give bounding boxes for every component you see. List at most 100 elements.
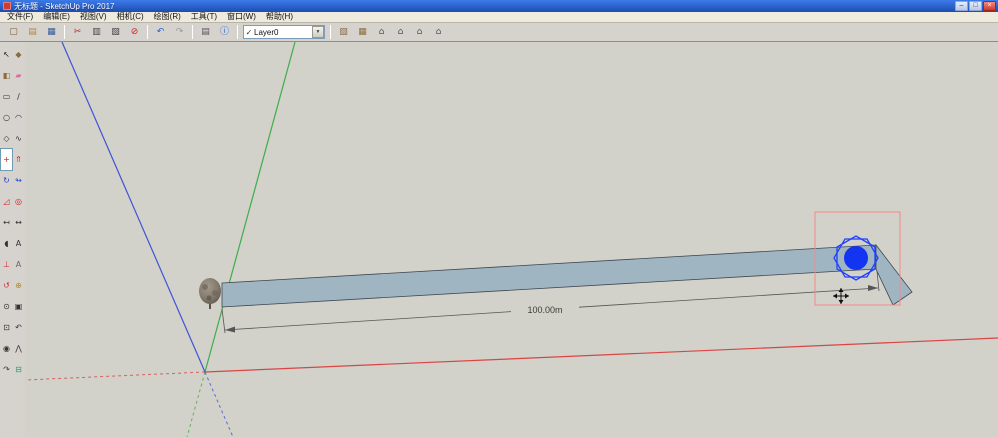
tool-zoom-extents[interactable]: ⊡ — [1, 317, 12, 338]
polygon-icon: ◇ — [3, 134, 9, 143]
protractor-icon: ◖ — [4, 239, 8, 248]
tool-walk[interactable]: ⋀ — [13, 338, 24, 359]
view-front-button[interactable]: ⌂ — [373, 24, 390, 40]
tool-polygon[interactable]: ◇ — [1, 128, 12, 149]
circle-icon: ○ — [3, 113, 10, 122]
tool-push-pull[interactable]: ⇑ — [13, 149, 24, 170]
tool-paint-bucket[interactable]: ◧ — [1, 65, 12, 86]
dimension-icon: ↔ — [15, 218, 22, 227]
toolbar-separator — [147, 25, 148, 39]
green-axis — [205, 42, 295, 372]
tool-section-plane[interactable]: ⊟ — [13, 359, 24, 380]
view-left-button[interactable]: ⌂ — [430, 24, 447, 40]
text-icon: A — [16, 239, 21, 248]
menu-item-编辑[interactable]: 编辑(E) — [38, 12, 75, 22]
follow-me-icon: ↬ — [15, 176, 22, 185]
tool-offset[interactable]: ◎ — [13, 191, 24, 212]
menu-item-帮助[interactable]: 帮助(H) — [261, 12, 298, 22]
maximize-button[interactable]: □ — [969, 1, 982, 11]
rotate-icon: ↻ — [3, 176, 10, 185]
freehand-icon: ∿ — [15, 134, 22, 143]
tool-follow-me[interactable]: ↬ — [13, 170, 24, 191]
menu-item-工具[interactable]: 工具(T) — [186, 12, 222, 22]
save-button[interactable]: ▦ — [43, 24, 60, 40]
road-bend-face[interactable] — [876, 245, 912, 305]
layer-dropdown[interactable]: ✓Layer0▼ — [243, 25, 325, 39]
offset-icon: ◎ — [15, 197, 22, 206]
axes-icon: ⊥ — [3, 260, 10, 269]
view-iso-button[interactable]: ▧ — [335, 24, 352, 40]
blue-axis — [62, 42, 205, 372]
sketchup-logo-icon — [3, 2, 11, 10]
cut-button[interactable]: ✂ — [69, 24, 86, 40]
3d-text-icon: A — [16, 260, 21, 269]
toolbar-separator — [330, 25, 331, 39]
paste-button[interactable]: ▧ — [107, 24, 124, 40]
make-component-icon: ◆ — [15, 50, 21, 59]
toolbar-separator — [192, 25, 193, 39]
menu-item-绘图[interactable]: 绘图(R) — [149, 12, 186, 22]
undo-button[interactable]: ↶ — [152, 24, 169, 40]
tool-eraser[interactable]: ▰ — [13, 65, 24, 86]
tool-move[interactable]: + — [1, 149, 12, 170]
copy-button[interactable]: ▥ — [88, 24, 105, 40]
tool-text[interactable]: A — [13, 233, 24, 254]
menu-item-相机[interactable]: 相机(C) — [112, 12, 149, 22]
blue-axis-negative — [205, 372, 233, 437]
redo-button[interactable]: ↷ — [171, 24, 188, 40]
drawing-canvas[interactable]: 100.00m — [25, 42, 998, 437]
menu-item-文件[interactable]: 文件(F) — [2, 12, 38, 22]
tool-zoom[interactable]: ⊙ — [1, 296, 12, 317]
move-icon: + — [3, 155, 10, 164]
tape-measure-icon: ↤ — [3, 218, 10, 227]
view-top-button[interactable]: ▦ — [354, 24, 371, 40]
tool-previous[interactable]: ↶ — [13, 317, 24, 338]
tool-rectangle[interactable]: ▭ — [1, 86, 12, 107]
zoom-extents-icon: ⊡ — [3, 323, 10, 332]
tool-protractor[interactable]: ◖ — [1, 233, 12, 254]
layer-check-icon: ✓ — [244, 28, 254, 37]
layer-dropdown-value: Layer0 — [254, 28, 312, 37]
toolbar-group-0: ▢▤▦ — [4, 24, 61, 40]
red-axis-negative — [25, 372, 205, 380]
scale-icon: ◿ — [3, 197, 9, 206]
tool-select[interactable]: ↖ — [1, 44, 12, 65]
menu-item-窗口[interactable]: 窗口(W) — [222, 12, 261, 22]
paint-bucket-icon: ◧ — [3, 71, 11, 80]
model-info-button[interactable]: ⓘ — [216, 24, 233, 40]
tool-rotate[interactable]: ↻ — [1, 170, 12, 191]
tool-orbit[interactable]: ↺ — [1, 275, 12, 296]
road-face[interactable] — [222, 245, 876, 307]
tool-zoom-window[interactable]: ▣ — [13, 296, 24, 317]
open-button[interactable]: ▤ — [24, 24, 41, 40]
menu-item-视图[interactable]: 视图(V) — [75, 12, 112, 22]
toolbar-group-5: ▧▦⌂⌂⌂⌂ — [334, 24, 448, 40]
minimize-button[interactable]: – — [955, 1, 968, 11]
orbit-icon: ↺ — [3, 281, 10, 290]
erase-button[interactable]: ⊘ — [126, 24, 143, 40]
view-back-button[interactable]: ⌂ — [411, 24, 428, 40]
tool-freehand[interactable]: ∿ — [13, 128, 24, 149]
select-icon: ↖ — [3, 50, 10, 59]
tool-make-component[interactable]: ◆ — [13, 44, 24, 65]
tool-look-around[interactable]: ↷ — [1, 359, 12, 380]
tool-arc[interactable]: ◠ — [13, 107, 24, 128]
tool-tape-measure[interactable]: ↤ — [1, 212, 12, 233]
tool-scale[interactable]: ◿ — [1, 191, 12, 212]
view-right-button[interactable]: ⌂ — [392, 24, 409, 40]
window-controls: –□× — [955, 1, 996, 11]
tool-3d-text[interactable]: A — [13, 254, 24, 275]
chevron-down-icon[interactable]: ▼ — [312, 26, 324, 38]
tool-axes[interactable]: ⊥ — [1, 254, 12, 275]
tool-pan[interactable]: ⊕ — [13, 275, 24, 296]
dimension-label: 100.00m — [527, 305, 562, 315]
tool-position-camera[interactable]: ◉ — [1, 338, 12, 359]
new-button[interactable]: ▢ — [5, 24, 22, 40]
tool-dimension[interactable]: ↔ — [13, 212, 24, 233]
tool-line[interactable]: ∕ — [13, 86, 24, 107]
close-button[interactable]: × — [983, 1, 996, 11]
tree-component[interactable] — [199, 278, 221, 309]
tool-circle[interactable]: ○ — [1, 107, 12, 128]
walk-icon: ⋀ — [15, 344, 22, 353]
print-button[interactable]: ▤ — [197, 24, 214, 40]
